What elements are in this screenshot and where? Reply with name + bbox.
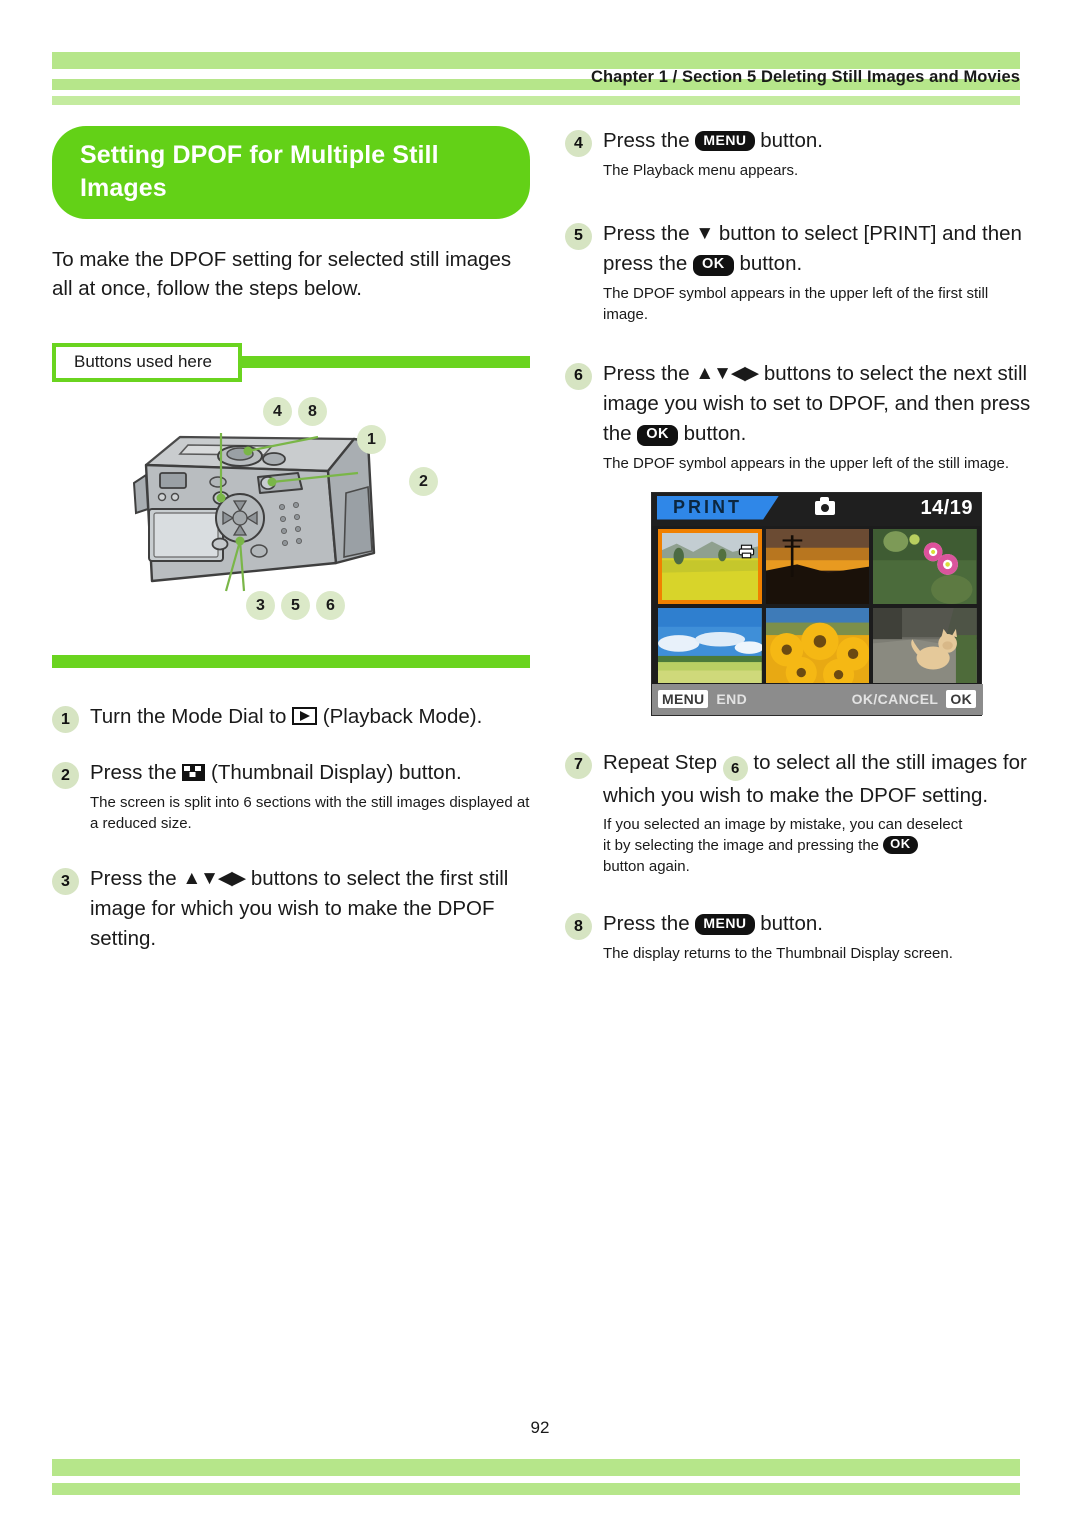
ok-button-key: OK xyxy=(883,836,918,854)
lcd-image-counter: 14/19 xyxy=(920,496,973,519)
playback-mode-icon xyxy=(292,707,318,726)
right-column: 4 Press the MENU button. The Playback me… xyxy=(565,126,1033,964)
buttons-used-label: Buttons used here xyxy=(52,343,242,383)
thumb-sunflowers[interactable] xyxy=(765,607,870,683)
menu-button-key: MENU xyxy=(695,131,755,152)
callout-5: 5 xyxy=(281,591,310,621)
camera-rear-illustration: 4 8 1 2 3 5 6 xyxy=(52,395,532,647)
step-5-text-after: button. xyxy=(739,251,803,275)
step-4: 4 Press the MENU button. The Playback me… xyxy=(565,126,1033,181)
callout-8: 8 xyxy=(298,397,327,427)
footer-bar-top xyxy=(52,1459,1020,1476)
manual-page: Chapter 1 / Section 5 Deleting Still Ima… xyxy=(0,0,1080,1528)
buttons-used-callout: Buttons used here xyxy=(52,343,532,383)
footer-bar-bottom xyxy=(52,1483,1020,1495)
step-5-text: Press the ▼ button to select [PRINT] and… xyxy=(603,219,1033,279)
step-3: 3 Press the ▲▼◀▶ buttons to select the f… xyxy=(52,864,532,954)
step-4-subtext: The Playback menu appears. xyxy=(603,161,799,179)
step-7-text-before: Repeat Step xyxy=(603,750,717,774)
lcd-end-label: END xyxy=(716,691,748,708)
lcd-mode-banner: PRINT xyxy=(657,495,779,520)
step-3-number: 3 xyxy=(52,868,79,896)
lcd-screen-illustration: PRINT 14/19 MENU END OK/CANCEL OK xyxy=(651,491,983,716)
header-bar-top xyxy=(52,52,1020,69)
step-2-text-after: (Thumbnail Display) button. xyxy=(211,761,462,785)
step-2: 2 Press the (Thumbnail Display) button. … xyxy=(52,758,532,834)
callout-4: 4 xyxy=(263,397,292,427)
step-7: 7 Repeat Step 6 to select all the still … xyxy=(565,748,1033,878)
step-2-text-before: Press the xyxy=(90,761,177,785)
lcd-okcancel-label: OK/CANCEL xyxy=(851,691,939,708)
step-4-number: 4 xyxy=(565,130,592,157)
header-bar-bottom xyxy=(52,96,1020,105)
menu-button-key: MENU xyxy=(695,914,755,935)
section-divider xyxy=(52,655,530,669)
direction-pad-arrows-icon: ▲▼◀▶ xyxy=(182,868,246,890)
step-8-subtext: The display returns to the Thumbnail Dis… xyxy=(603,945,953,963)
step-6-text-after: button. xyxy=(683,421,747,445)
step-4-text-before: Press the xyxy=(603,129,690,152)
step-1: 1 Turn the Mode Dial to (Playback Mode). xyxy=(52,702,532,734)
step-7-text: Repeat Step 6 to select all the still im… xyxy=(603,748,1033,811)
step-4-text: Press the MENU button. xyxy=(603,126,1033,156)
step-1-text: Turn the Mode Dial to (Playback Mode). xyxy=(90,702,532,732)
camera-icon xyxy=(815,496,835,515)
step-5-number: 5 xyxy=(565,222,592,250)
lcd-bottom-bar: MENU END OK/CANCEL OK xyxy=(652,683,983,715)
step-1-text-after: (Playback Mode). xyxy=(322,705,483,729)
callout-2: 2 xyxy=(409,467,438,497)
step-7-subtext-b: it by selecting the image and pressing t… xyxy=(603,837,879,855)
step-2-subtext: The screen is split into 6 sections with… xyxy=(90,794,530,833)
step-8-text-before: Press the xyxy=(603,912,690,936)
ok-button-key: OK xyxy=(637,424,678,446)
step-8: 8 Press the MENU button. The display ret… xyxy=(565,909,1033,964)
step-8-text-after: button. xyxy=(760,912,823,936)
step-7-subtext: If you selected an image by mistake, you… xyxy=(603,814,1033,877)
intro-paragraph: To make the DPOF setting for selected st… xyxy=(52,248,512,301)
page-number: 92 xyxy=(530,1418,550,1437)
thumb-sunset-pole[interactable] xyxy=(765,528,870,604)
step-1-number: 1 xyxy=(52,706,79,734)
direction-pad-arrows-icon: ▲▼◀▶ xyxy=(695,362,759,384)
page-title: Setting DPOF for Multiple Still Images xyxy=(52,126,530,219)
step-7-subtext-c: button again. xyxy=(603,858,690,876)
callout-1: 1 xyxy=(357,425,386,455)
step-3-text-before: Press the xyxy=(90,867,177,891)
callout-6: 6 xyxy=(316,591,345,621)
step-6: 6 Press the ▲▼◀▶ buttons to select the n… xyxy=(565,359,1033,474)
thumb-blue-sky-field[interactable] xyxy=(658,607,762,683)
ok-button-key: OK xyxy=(693,254,734,276)
dpof-printer-icon xyxy=(738,544,754,558)
step-6-text-before: Press the xyxy=(603,361,690,385)
step-3-text: Press the ▲▼◀▶ buttons to select the fir… xyxy=(90,864,532,954)
step-8-text: Press the MENU button. xyxy=(603,909,1033,939)
step-5-subtext: The DPOF symbol appears in the upper lef… xyxy=(603,284,989,323)
step-7-subtext-a: If you selected an image by mistake, you… xyxy=(603,816,963,834)
lcd-ok-key: OK xyxy=(946,690,976,709)
thumb-pink-flower[interactable] xyxy=(873,528,977,604)
thumb-canola-field[interactable] xyxy=(658,528,762,604)
step-5-text-before: Press the xyxy=(603,221,690,245)
left-column: Setting DPOF for Multiple Still Images T… xyxy=(52,126,532,954)
step-7-number: 7 xyxy=(565,751,592,779)
step-6-subtext: The DPOF symbol appears in the upper lef… xyxy=(603,454,1010,472)
step-reference-6: 6 xyxy=(722,755,748,781)
lcd-thumbnail-grid xyxy=(652,526,983,686)
breadcrumb: Chapter 1 / Section 5 Deleting Still Ima… xyxy=(590,68,1020,86)
lcd-top-bar: PRINT 14/19 xyxy=(652,492,981,526)
step-8-number: 8 xyxy=(565,913,592,941)
step-4-text-after: button. xyxy=(760,129,823,152)
step-6-number: 6 xyxy=(565,362,592,390)
thumbnail-display-icon xyxy=(182,764,206,782)
step-1-text-before: Turn the Mode Dial to xyxy=(90,705,287,729)
step-6-text: Press the ▲▼◀▶ buttons to select the nex… xyxy=(603,359,1033,449)
step-2-text: Press the (Thumbnail Display) button. xyxy=(90,758,532,788)
step-2-number: 2 xyxy=(52,762,79,790)
callout-3: 3 xyxy=(246,591,275,621)
lcd-menu-key: MENU xyxy=(658,690,709,709)
arrow-down-icon: ▼ xyxy=(695,222,714,244)
thumb-cat-on-path[interactable] xyxy=(873,607,977,683)
step-5: 5 Press the ▼ button to select [PRINT] a… xyxy=(565,219,1033,325)
